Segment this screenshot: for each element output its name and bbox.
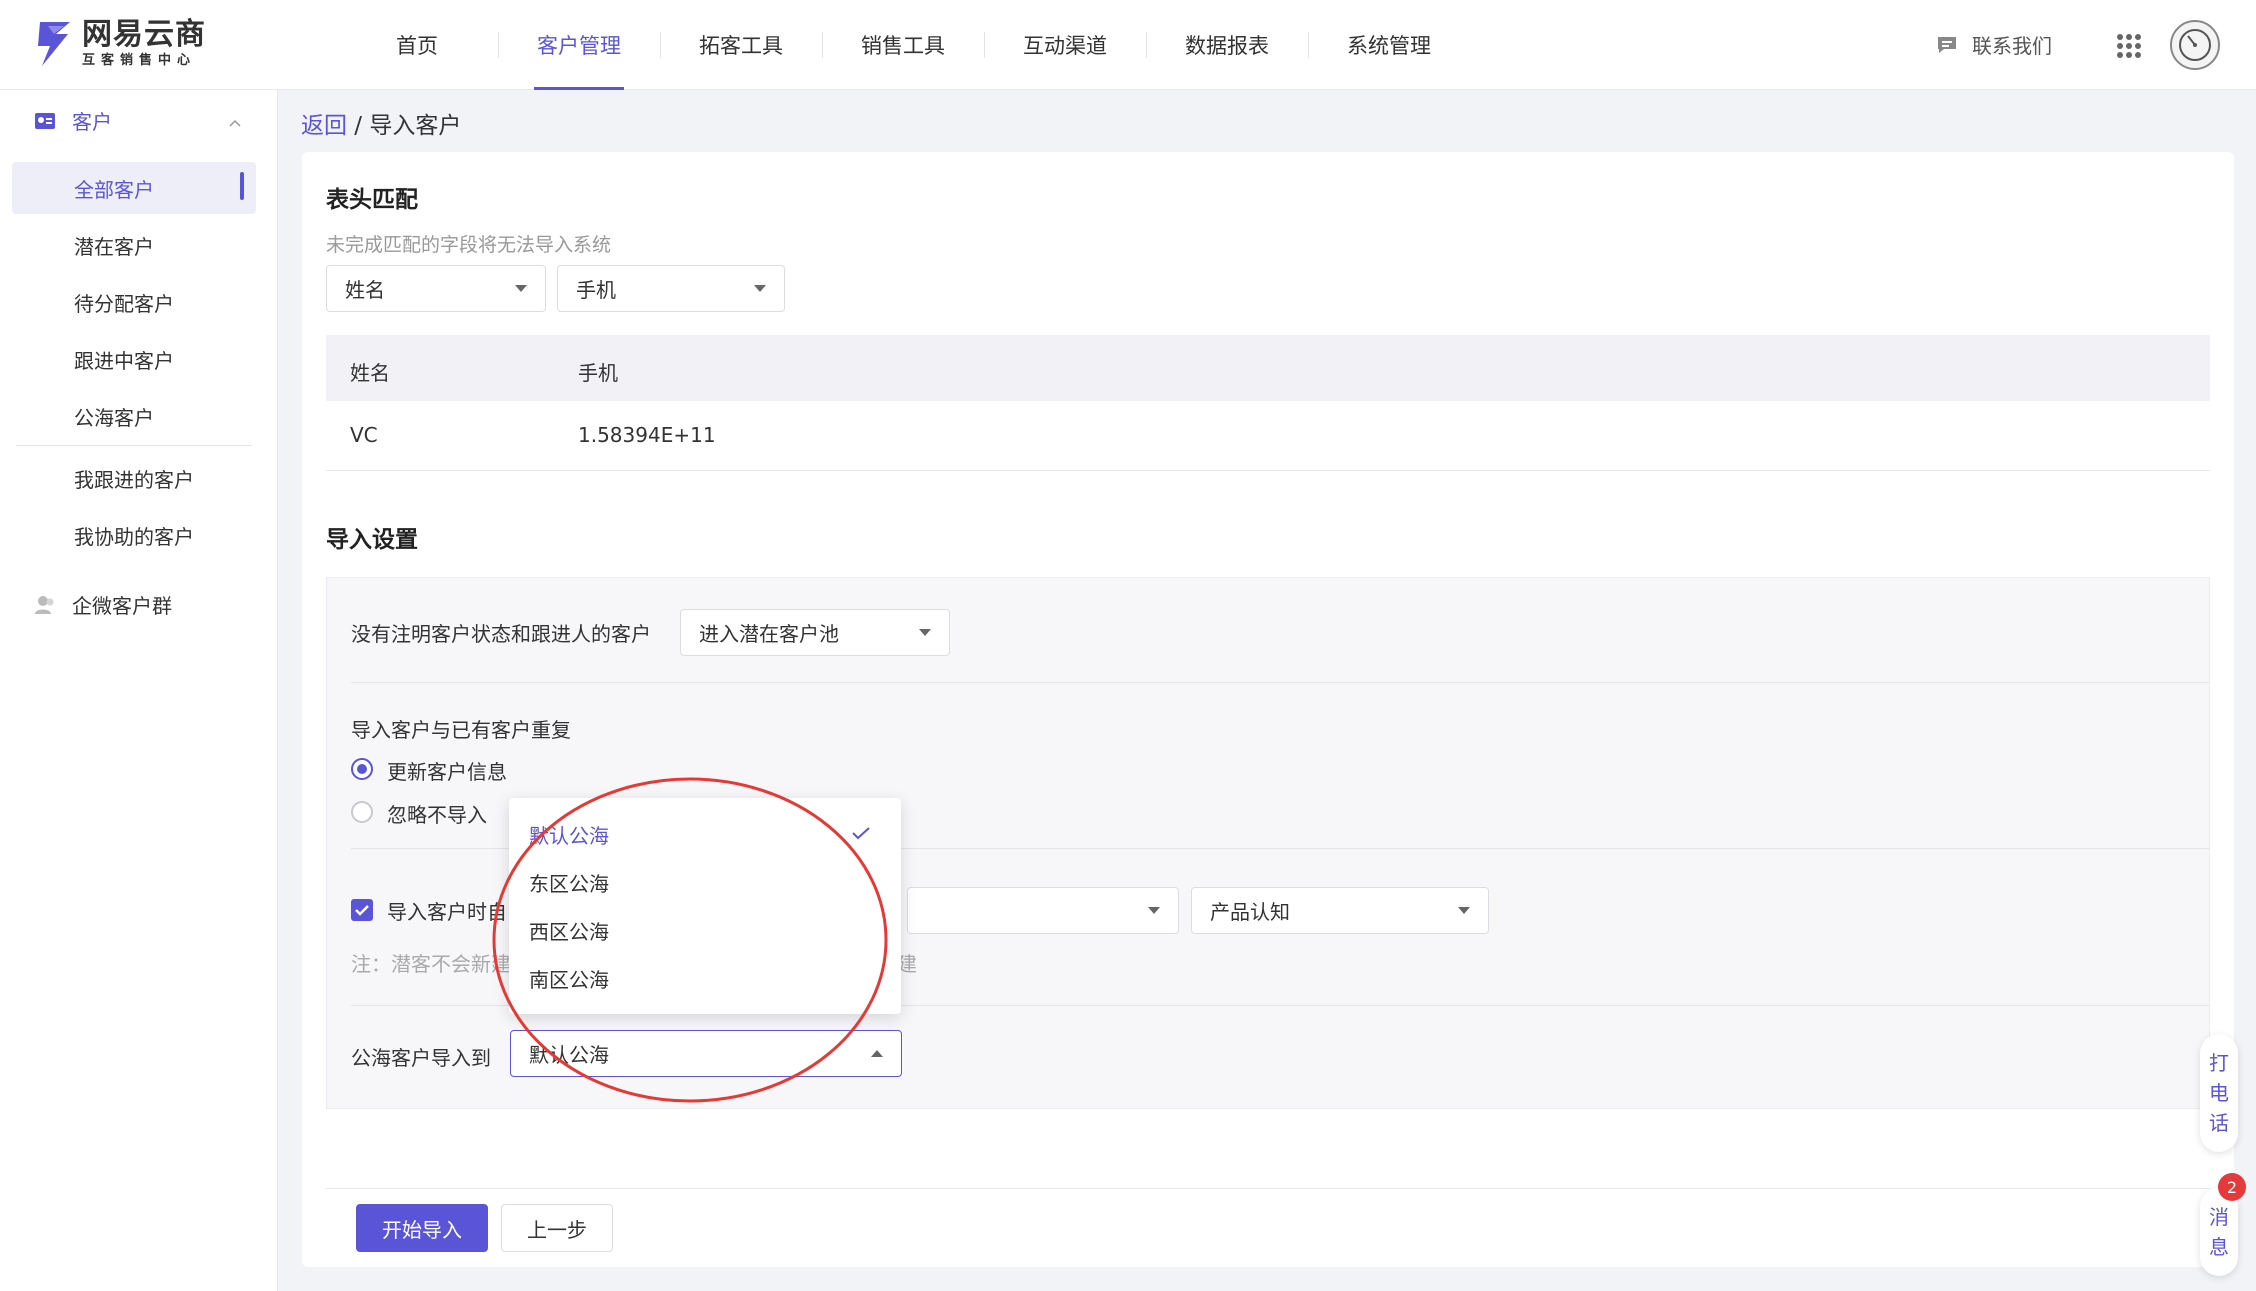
sidebar-active-indicator [240,172,244,200]
auto-select-1[interactable] [907,887,1179,934]
top-header: 网易云商 互客销售中心 首页 客户管理 拓客工具 销售工具 互动渠道 数据报表 … [0,0,2256,90]
header-match-hint: 未完成匹配的字段将无法导入系统 [326,234,612,256]
header-match-title: 表头匹配 [326,187,418,213]
user-group-icon [35,595,54,614]
id-card-icon [35,112,55,129]
no-status-select[interactable]: 进入潜在客户池 [680,609,950,656]
auto-label: 导入客户时自 [387,900,507,924]
caret-down-icon [919,629,931,636]
user-avatar[interactable] [2170,20,2220,70]
chevron-up-icon[interactable] [228,116,242,130]
sidebar-divider [16,445,252,446]
note-prefix: 注：潜客不会新建 [351,952,511,976]
dropdown-option-east-pool[interactable]: 东区公海 [529,868,609,897]
caret-down-icon [1458,907,1470,914]
nav-customer-management[interactable]: 客户管理 [498,0,660,90]
brand-subtitle: 互客销售中心 [82,53,197,68]
import-card: 表头匹配 未完成匹配的字段将无法导入系统 姓名 手机 姓名 手机 VC 1.58… [302,152,2234,1267]
nav-sales-tools[interactable]: 销售工具 [822,0,984,90]
breadcrumb-current: 导入客户 [369,113,462,139]
sidebar-item-potential[interactable]: 潜在客户 [74,231,154,260]
sidebar-item-public-pool[interactable]: 公海客户 [74,402,154,431]
stage-select[interactable]: 产品认知 [1191,887,1489,934]
radio-update-info-label[interactable]: 更新客户信息 [387,756,507,785]
sidebar-item-my-following[interactable]: 我跟进的客户 [74,464,194,493]
call-float-button[interactable]: 打 电 话 [2200,1034,2238,1152]
sidebar-group-label: 客户 [72,110,112,134]
preview-cell-phone: 1.58394E+11 [578,423,716,447]
radio-ignore-label[interactable]: 忽略不导入 [387,799,487,828]
sidebar-item-unassigned[interactable]: 待分配客户 [74,288,174,317]
contact-us-label: 联系我们 [1972,34,2052,58]
previous-step-button[interactable]: 上一步 [501,1204,613,1252]
table-row: VC 1.58394E+11 [326,401,2210,471]
pool-label: 公海客户导入到 [351,1046,491,1070]
sidebar: 客户 全部客户 潜在客户 待分配客户 跟进中客户 公海客户 我跟进的客户 我协助… [0,90,278,1291]
brand-title: 网易云商 [82,17,206,52]
message-float-button[interactable]: 消 息 [2200,1188,2238,1276]
radio-update-info[interactable] [351,758,373,780]
preview-col-phone: 手机 [578,361,618,385]
import-settings-title: 导入设置 [326,527,418,553]
sidebar-wecom-label: 企微客户群 [72,594,172,618]
duplicate-label: 导入客户与已有客户重复 [351,718,571,742]
main-nav: 首页 客户管理 拓客工具 销售工具 互动渠道 数据报表 系统管理 [336,0,1470,90]
dropdown-option-west-pool[interactable]: 西区公海 [529,916,609,945]
caret-down-icon [1148,907,1160,914]
preview-cell-name: VC [350,423,378,447]
avatar-icon [2179,29,2211,61]
message-icon [1938,36,1956,53]
call-char: 话 [2209,1111,2229,1135]
pool-dropdown-menu: 默认公海 东区公海 西区公海 南区公海 [509,798,901,1014]
grid-icon[interactable] [2116,33,2142,59]
check-icon [852,827,870,840]
nav-system[interactable]: 系统管理 [1308,0,1470,90]
message-char: 息 [2209,1235,2229,1259]
message-badge: 2 [2218,1173,2246,1201]
nav-channels[interactable]: 互动渠道 [984,0,1146,90]
pool-select-value: 默认公海 [529,1043,609,1067]
call-char: 电 [2209,1081,2229,1105]
contact-us-link[interactable]: 联系我们 [1936,30,2052,59]
dropdown-option-south-pool[interactable]: 南区公海 [529,964,609,993]
breadcrumb-separator: / [347,113,370,139]
caret-up-icon [871,1050,883,1057]
preview-col-name: 姓名 [350,361,390,385]
caret-down-icon [515,285,527,292]
auto-checkbox[interactable] [351,899,373,921]
stage-select-value: 产品认知 [1210,900,1290,924]
message-char: 消 [2209,1205,2229,1229]
sidebar-item-all-customers[interactable]: 全部客户 [74,174,154,203]
pool-select[interactable]: 默认公海 [510,1030,902,1077]
radio-ignore[interactable] [351,801,373,823]
caret-down-icon [754,285,766,292]
field-select-name-value: 姓名 [345,278,385,302]
preview-table-header: 姓名 手机 [326,335,2210,401]
no-status-label: 没有注明客户状态和跟进人的客户 [351,622,651,646]
footer-divider [326,1188,2210,1189]
field-select-name[interactable]: 姓名 [326,265,546,312]
breadcrumb-back-link[interactable]: 返回 [301,113,347,139]
start-import-button[interactable]: 开始导入 [356,1204,488,1252]
sidebar-item-my-assisting[interactable]: 我协助的客户 [74,521,194,550]
field-select-phone[interactable]: 手机 [557,265,785,312]
logo-icon [38,22,70,66]
call-char: 打 [2209,1051,2229,1075]
nav-prospecting-tools[interactable]: 拓客工具 [660,0,822,90]
field-select-phone-value: 手机 [576,278,616,302]
no-status-select-value: 进入潜在客户池 [699,622,839,646]
nav-reports[interactable]: 数据报表 [1146,0,1308,90]
settings-divider [351,682,2209,683]
sidebar-item-following[interactable]: 跟进中客户 [74,345,174,374]
sidebar-group-customers[interactable]: 客户 [34,106,112,135]
breadcrumb: 返回 / 导入客户 [301,106,461,140]
dropdown-option-default-pool[interactable]: 默认公海 [529,820,609,849]
brand-logo[interactable]: 网易云商 互客销售中心 [34,18,206,70]
check-icon [355,905,369,916]
nav-home[interactable]: 首页 [336,0,498,90]
sidebar-item-wecom-groups[interactable]: 企微客户群 [34,590,172,619]
